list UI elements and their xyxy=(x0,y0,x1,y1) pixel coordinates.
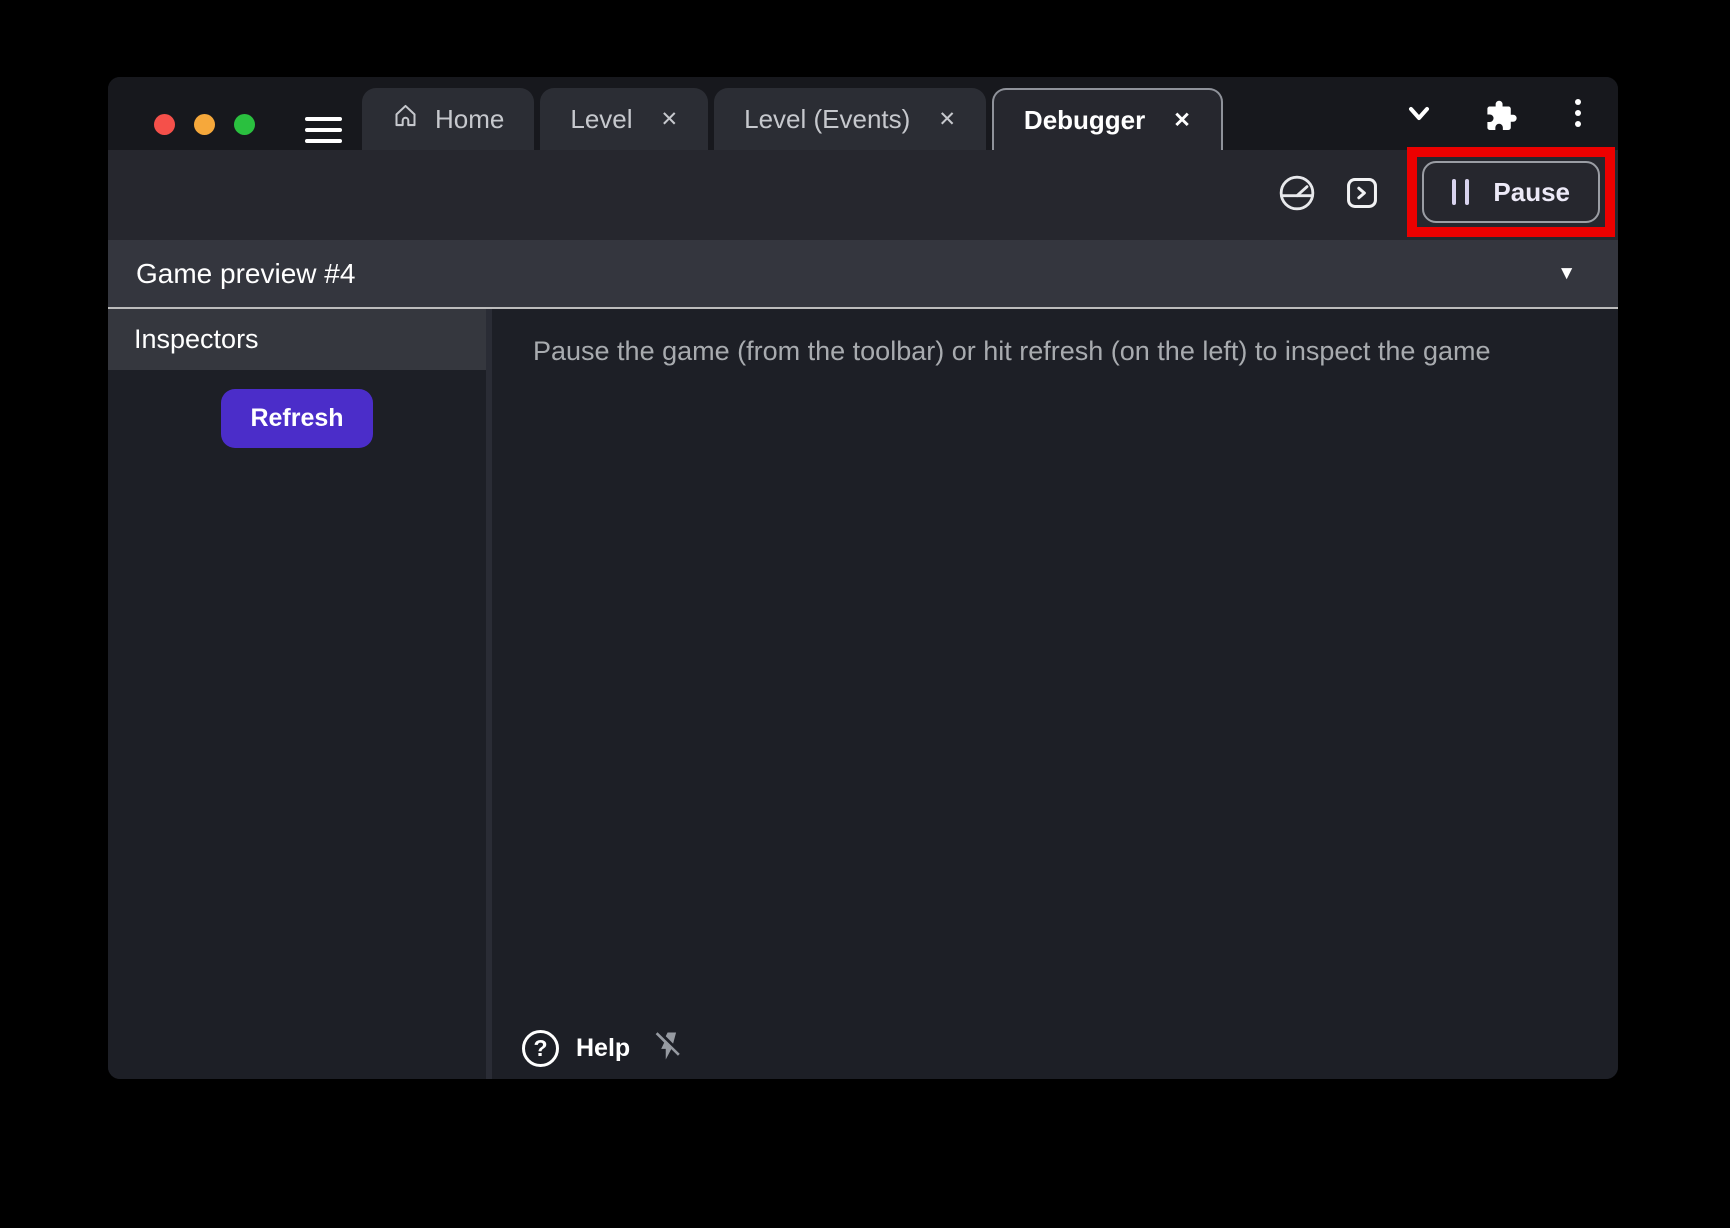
game-preview-header[interactable]: Game preview #4 ▼ xyxy=(108,240,1618,309)
refresh-button[interactable]: Refresh xyxy=(221,389,372,448)
app-window: Home Level ✕ Level (Events) ✕ Debugger ✕ xyxy=(108,77,1618,1079)
game-preview-title: Game preview #4 xyxy=(136,258,355,290)
tab-label: Home xyxy=(435,104,504,135)
console-icon[interactable] xyxy=(1343,174,1381,217)
profiler-gauge-icon[interactable] xyxy=(1277,173,1317,218)
traffic-lights xyxy=(154,114,255,135)
pause-icon xyxy=(1452,179,1469,205)
empty-state-message: Pause the game (from the toolbar) or hit… xyxy=(492,309,1618,367)
close-icon[interactable]: ✕ xyxy=(938,109,956,130)
minimize-window-button[interactable] xyxy=(194,114,215,135)
tab-home[interactable]: Home xyxy=(362,88,534,150)
close-icon[interactable]: ✕ xyxy=(661,109,679,130)
pause-label: Pause xyxy=(1493,177,1570,208)
titlebar: Home Level ✕ Level (Events) ✕ Debugger ✕ xyxy=(108,77,1618,150)
tab-label: Level xyxy=(570,104,632,135)
tab-level-events[interactable]: Level (Events) ✕ xyxy=(714,88,986,150)
chevron-down-icon[interactable] xyxy=(1403,102,1435,131)
debugger-toolbar: Pause xyxy=(108,150,1618,240)
extensions-puzzle-icon[interactable] xyxy=(1482,98,1518,139)
help-button[interactable]: ? Help xyxy=(522,1030,630,1067)
panel-footer: ? Help xyxy=(522,1029,686,1068)
help-icon: ? xyxy=(522,1030,559,1067)
inspectors-sidebar: Inspectors Refresh xyxy=(108,309,492,1079)
zoom-window-button[interactable] xyxy=(234,114,255,135)
inspectors-header: Inspectors xyxy=(108,309,486,370)
home-icon xyxy=(392,102,419,136)
inspector-content-panel: Pause the game (from the toolbar) or hit… xyxy=(492,309,1618,1079)
help-label: Help xyxy=(576,1034,630,1063)
annotation-highlight-box: Pause xyxy=(1407,147,1615,237)
flash-off-icon[interactable] xyxy=(652,1029,686,1068)
caret-down-icon[interactable]: ▼ xyxy=(1557,263,1590,285)
tab-level[interactable]: Level ✕ xyxy=(540,88,708,150)
close-icon[interactable]: ✕ xyxy=(1173,110,1191,131)
main-menu-icon[interactable] xyxy=(305,117,342,143)
close-window-button[interactable] xyxy=(154,114,175,135)
tab-label: Level (Events) xyxy=(744,104,910,135)
more-options-kebab-icon[interactable] xyxy=(1575,99,1581,127)
pause-button[interactable]: Pause xyxy=(1422,161,1600,223)
tab-debugger[interactable]: Debugger ✕ xyxy=(992,88,1223,150)
tab-bar: Home Level ✕ Level (Events) ✕ Debugger ✕ xyxy=(362,88,1223,150)
tab-label: Debugger xyxy=(1024,105,1145,136)
debugger-body: Inspectors Refresh Pause the game (from … xyxy=(108,309,1618,1079)
